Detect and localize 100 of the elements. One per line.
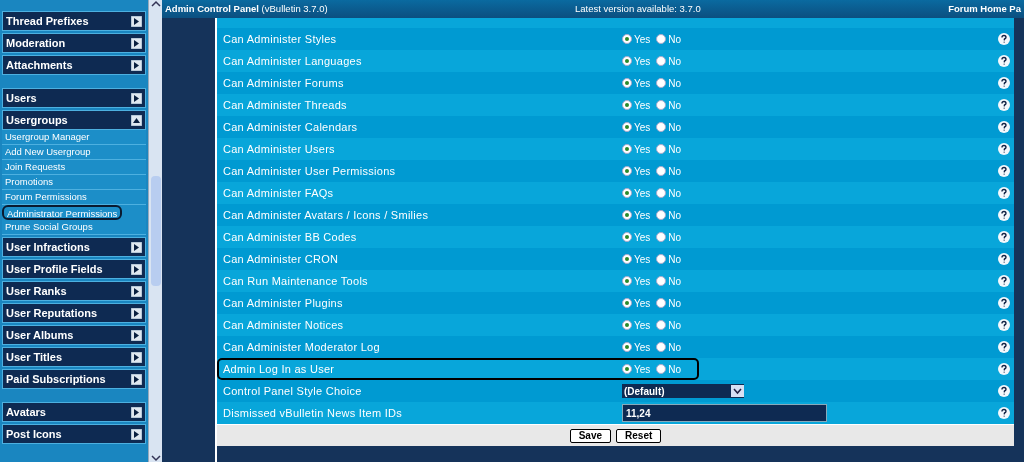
radio-option[interactable]: Yes bbox=[622, 295, 651, 311]
sidebar-section[interactable]: User Infractions bbox=[2, 237, 146, 257]
radio-option[interactable]: Yes bbox=[622, 361, 651, 377]
scroll-up-icon[interactable] bbox=[150, 0, 161, 8]
radio-button[interactable] bbox=[656, 188, 667, 198]
radio-option[interactable]: No bbox=[656, 273, 682, 289]
help-icon[interactable] bbox=[998, 77, 1010, 89]
sidebar-link[interactable]: Add New Usergroup bbox=[2, 145, 146, 160]
radio-option[interactable]: Yes bbox=[622, 119, 651, 135]
radio-option[interactable]: Yes bbox=[622, 339, 651, 355]
radio-button[interactable] bbox=[656, 298, 667, 308]
help-icon[interactable] bbox=[998, 407, 1010, 419]
radio-option[interactable]: No bbox=[656, 207, 682, 223]
radio-option[interactable]: No bbox=[656, 361, 682, 377]
radio-option[interactable]: Yes bbox=[622, 31, 651, 47]
help-icon[interactable] bbox=[998, 187, 1010, 199]
radio-option[interactable]: No bbox=[656, 97, 682, 113]
radio-option[interactable]: Yes bbox=[622, 317, 651, 333]
radio-button[interactable] bbox=[622, 276, 632, 286]
sidebar-section[interactable]: User Albums bbox=[2, 325, 146, 345]
help-icon[interactable] bbox=[998, 209, 1010, 221]
radio-option[interactable]: No bbox=[656, 75, 682, 91]
help-icon[interactable] bbox=[998, 121, 1010, 133]
radio-button[interactable] bbox=[622, 210, 632, 220]
scroll-down-icon[interactable] bbox=[150, 454, 161, 462]
sidebar-section[interactable]: Avatars bbox=[2, 402, 146, 422]
sidebar-section[interactable]: Usergroups bbox=[2, 110, 146, 130]
sidebar-section[interactable]: Post Icons bbox=[2, 424, 146, 444]
ids-input-field[interactable]: 11,24 bbox=[622, 404, 827, 422]
radio-option[interactable]: No bbox=[656, 119, 682, 135]
radio-option[interactable]: No bbox=[656, 31, 682, 47]
sidebar-link[interactable]: Usergroup Manager bbox=[2, 130, 146, 145]
radio-button[interactable] bbox=[656, 122, 667, 132]
radio-button[interactable] bbox=[622, 188, 632, 198]
radio-option[interactable]: No bbox=[656, 339, 682, 355]
radio-option[interactable]: No bbox=[656, 141, 682, 157]
sidebar-section[interactable]: User Profile Fields bbox=[2, 259, 146, 279]
sidebar-section[interactable]: Users bbox=[2, 88, 146, 108]
radio-button[interactable] bbox=[656, 342, 667, 352]
radio-button[interactable] bbox=[622, 342, 632, 352]
radio-button[interactable] bbox=[622, 56, 632, 66]
radio-button[interactable] bbox=[622, 298, 632, 308]
radio-button[interactable] bbox=[622, 34, 632, 44]
radio-option[interactable]: No bbox=[656, 185, 682, 201]
help-icon[interactable] bbox=[998, 99, 1010, 111]
forum-home-link[interactable]: Forum Home Pa bbox=[948, 1, 1021, 17]
help-icon[interactable] bbox=[998, 55, 1010, 67]
radio-button[interactable] bbox=[622, 166, 632, 176]
radio-button[interactable] bbox=[656, 144, 667, 154]
radio-button[interactable] bbox=[622, 100, 632, 110]
radio-option[interactable]: Yes bbox=[622, 141, 651, 157]
form-button[interactable]: Reset bbox=[616, 428, 662, 443]
radio-button[interactable] bbox=[656, 210, 667, 220]
help-icon[interactable] bbox=[998, 231, 1010, 243]
radio-option[interactable]: No bbox=[656, 295, 682, 311]
sidebar-section[interactable]: Attachments bbox=[2, 55, 146, 75]
radio-option[interactable]: Yes bbox=[622, 185, 651, 201]
sidebar-link[interactable]: Forum Permissions bbox=[2, 190, 146, 205]
radio-button[interactable] bbox=[622, 254, 632, 264]
style-dropdown[interactable]: (Default) bbox=[622, 384, 744, 398]
radio-button[interactable] bbox=[656, 100, 667, 110]
help-icon[interactable] bbox=[998, 297, 1010, 309]
radio-option[interactable]: Yes bbox=[622, 97, 651, 113]
radio-option[interactable]: No bbox=[656, 53, 682, 69]
radio-option[interactable]: Yes bbox=[622, 207, 651, 223]
radio-button[interactable] bbox=[622, 320, 632, 330]
help-icon[interactable] bbox=[998, 363, 1010, 375]
sidebar-link[interactable]: Join Requests bbox=[2, 160, 146, 175]
radio-option[interactable]: No bbox=[656, 229, 682, 245]
radio-option[interactable]: Yes bbox=[622, 251, 651, 267]
radio-button[interactable] bbox=[656, 78, 667, 88]
radio-option[interactable]: No bbox=[656, 251, 682, 267]
sidebar-link[interactable]: Prune Social Groups bbox=[2, 220, 146, 235]
radio-button[interactable] bbox=[656, 276, 667, 286]
scrollbar-thumb[interactable] bbox=[150, 176, 161, 286]
radio-button[interactable] bbox=[656, 364, 667, 374]
radio-option[interactable]: Yes bbox=[622, 163, 651, 179]
radio-button[interactable] bbox=[622, 232, 632, 242]
sidebar-section[interactable]: Paid Subscriptions bbox=[2, 369, 146, 389]
radio-button[interactable] bbox=[656, 254, 667, 264]
radio-button[interactable] bbox=[622, 364, 632, 374]
radio-option[interactable]: Yes bbox=[622, 229, 651, 245]
sidebar-section[interactable]: User Reputations bbox=[2, 303, 146, 323]
help-icon[interactable] bbox=[998, 275, 1010, 287]
sidebar-section[interactable]: User Titles bbox=[2, 347, 146, 367]
radio-button[interactable] bbox=[622, 78, 632, 88]
help-icon[interactable] bbox=[998, 253, 1010, 265]
sidebar-section[interactable]: Thread Prefixes bbox=[2, 11, 146, 31]
radio-button[interactable] bbox=[656, 34, 667, 44]
sidebar-link[interactable]: Promotions bbox=[2, 175, 146, 190]
help-icon[interactable] bbox=[998, 33, 1010, 45]
scrollbar[interactable] bbox=[148, 0, 162, 462]
radio-button[interactable] bbox=[656, 320, 667, 330]
radio-option[interactable]: Yes bbox=[622, 75, 651, 91]
help-icon[interactable] bbox=[998, 319, 1010, 331]
radio-option[interactable]: Yes bbox=[622, 273, 651, 289]
sidebar-section[interactable]: Moderation bbox=[2, 33, 146, 53]
form-button[interactable]: Save bbox=[569, 428, 612, 443]
help-icon[interactable] bbox=[998, 165, 1010, 177]
sidebar-section[interactable]: User Ranks bbox=[2, 281, 146, 301]
